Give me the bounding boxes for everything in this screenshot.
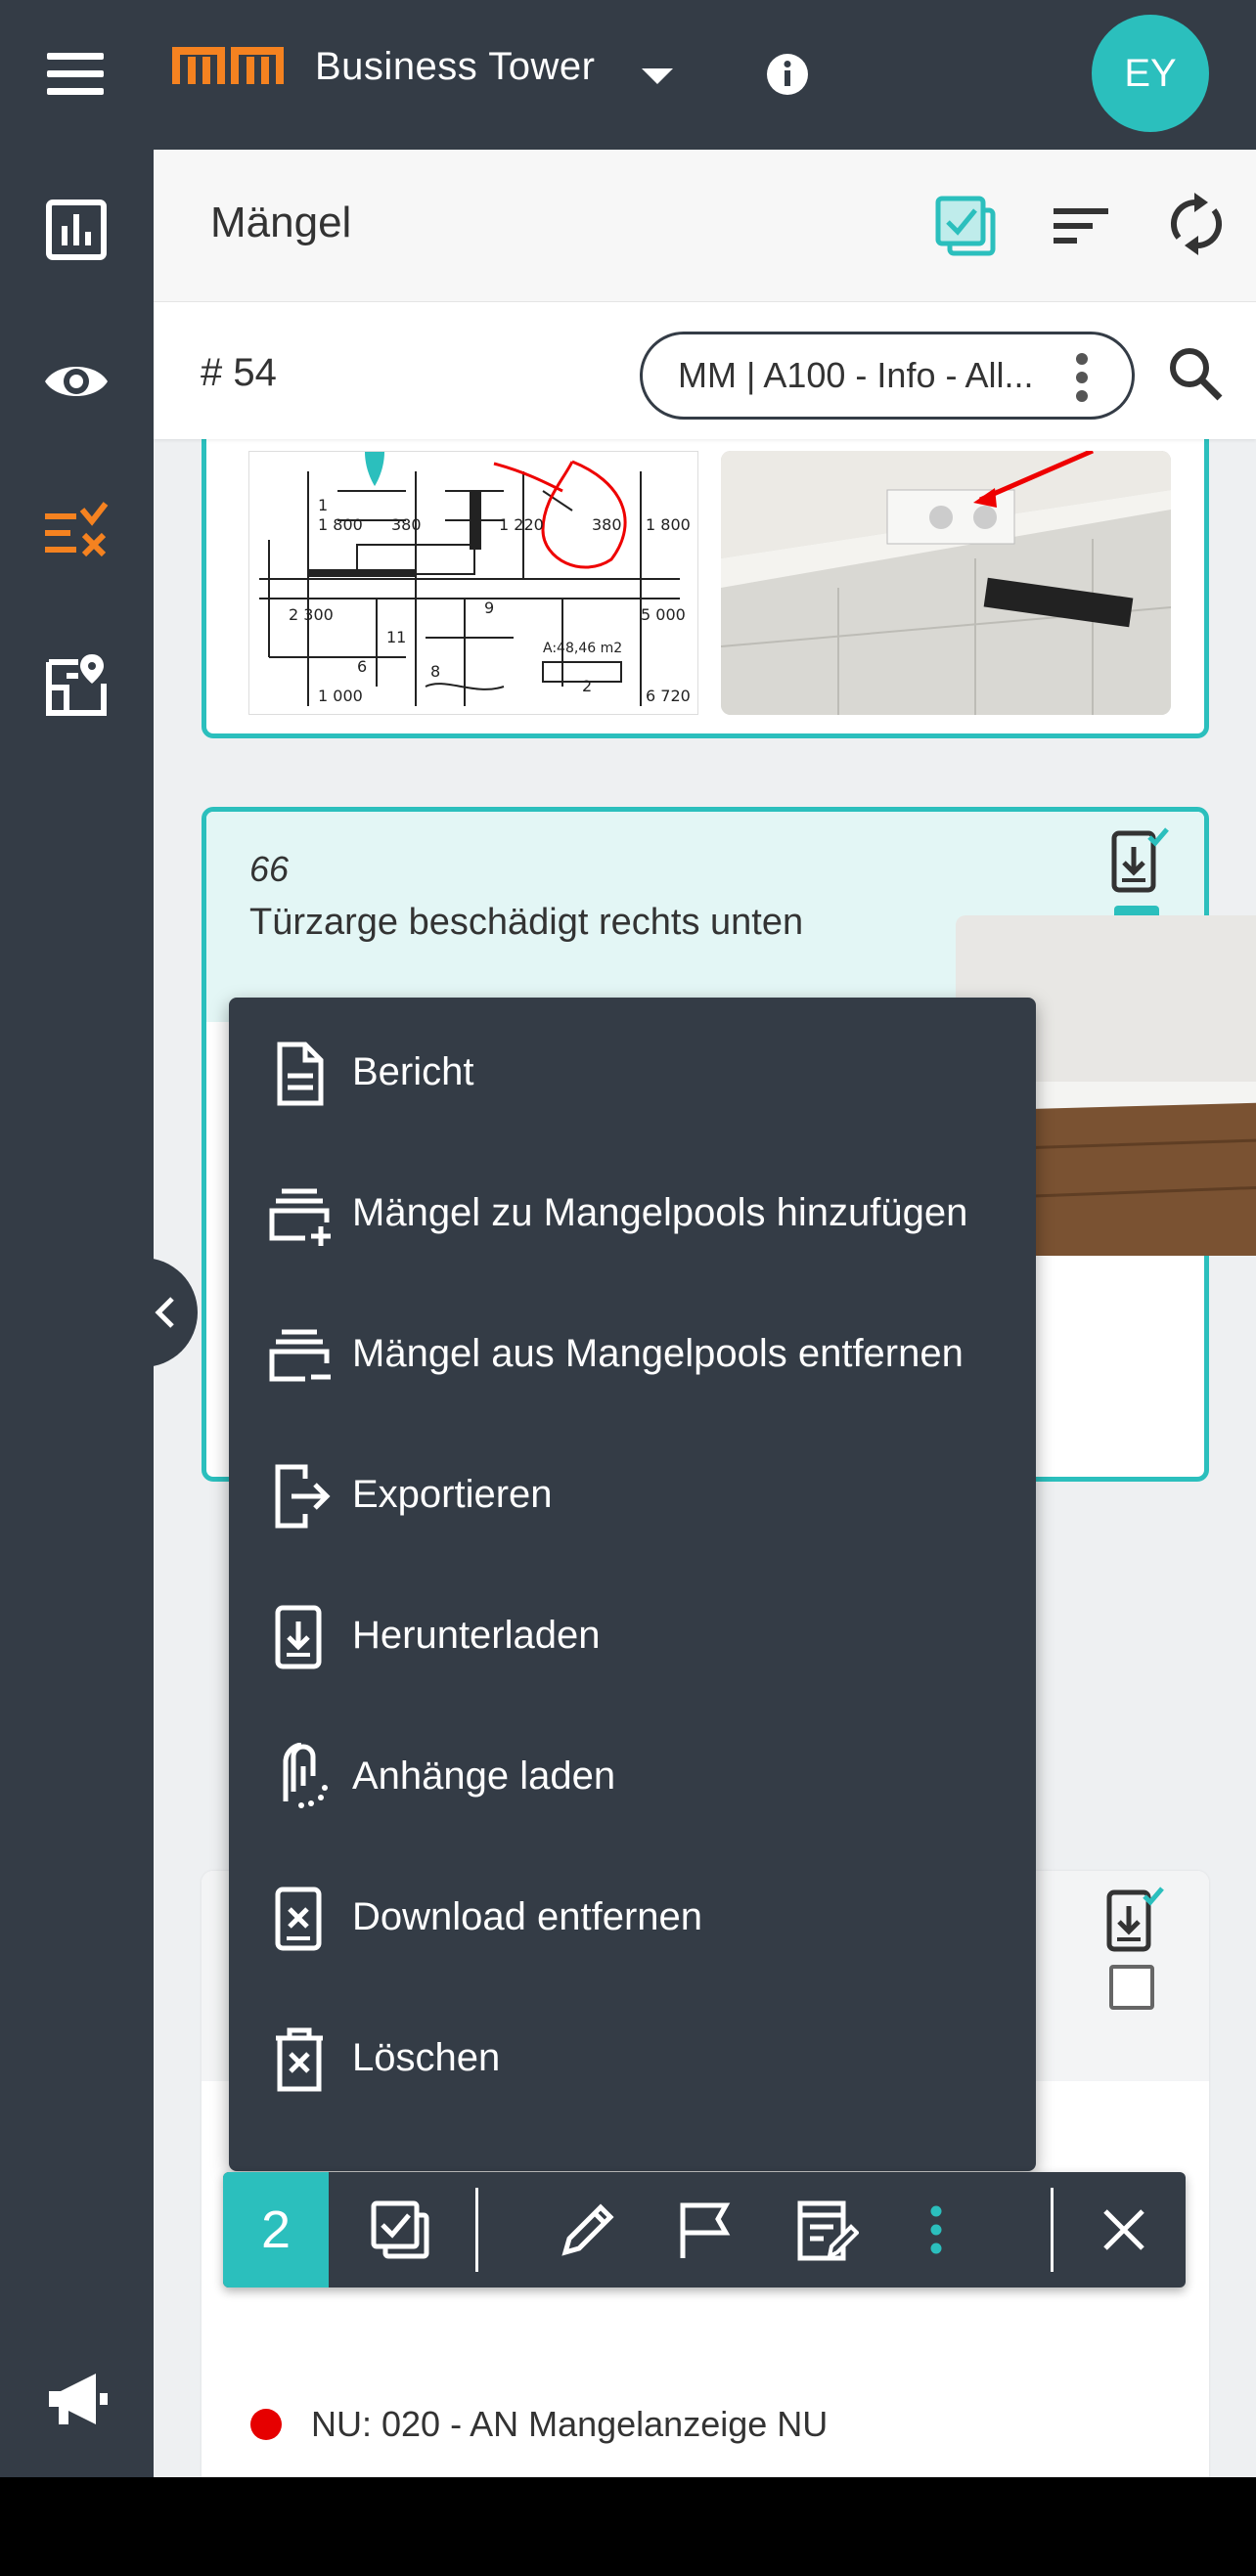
- menu-item-remove-download[interactable]: Download entfernen: [229, 1848, 1036, 1989]
- select-all-icon[interactable]: [934, 195, 997, 257]
- project-title[interactable]: Business Tower: [315, 45, 595, 89]
- top-app-bar: Business Tower EY: [0, 0, 1256, 150]
- floorplan-thumbnail[interactable]: 1 1 800 380 1 220 380 1 800 9 2 300 5 00…: [248, 451, 698, 715]
- defects-icon[interactable]: [43, 500, 110, 566]
- sync-icon[interactable]: [1167, 193, 1226, 255]
- filter-bar: # 54 MM | A100 - Info - All...: [154, 302, 1256, 439]
- search-icon[interactable]: [1167, 345, 1224, 402]
- plan-label: 380: [592, 515, 622, 534]
- tag-line: NU: 020 - AN Mangelanzeige NU: [250, 2404, 828, 2445]
- dashboard-icon[interactable]: [43, 197, 110, 263]
- more-vertical-icon[interactable]: [929, 2205, 943, 2254]
- chevron-down-icon[interactable]: [640, 67, 675, 86]
- downloaded-icon: [1106, 1887, 1164, 1952]
- context-menu: Bericht Mängel zu Mangelpools hinzufügen…: [229, 998, 1036, 2171]
- pool-add-icon: [269, 1188, 331, 1246]
- remove-download-icon: [275, 1887, 322, 1951]
- plan-label: 8: [430, 662, 440, 681]
- menu-item-label: Anhänge laden: [352, 1754, 616, 1798]
- menu-item-download[interactable]: Herunterladen: [229, 1567, 1036, 1708]
- sort-icon[interactable]: [1052, 204, 1110, 247]
- edit-icon[interactable]: [558, 2199, 618, 2260]
- menu-item-delete[interactable]: Löschen: [229, 1989, 1036, 2130]
- menu-item-report[interactable]: Bericht: [229, 1003, 1036, 1144]
- delete-icon: [276, 2027, 323, 2092]
- app-logo: [172, 47, 284, 84]
- export-icon: [275, 1464, 331, 1529]
- selected-count: 2: [223, 2172, 329, 2287]
- menu-item-label: Mängel zu Mangelpools hinzufügen: [352, 1191, 968, 1234]
- menu-item-export[interactable]: Exportieren: [229, 1426, 1036, 1567]
- plan-label: 11: [386, 628, 406, 646]
- chevron-left-icon: [155, 1297, 174, 1328]
- visibility-icon[interactable]: [43, 348, 110, 415]
- plan-label: A:48,46 m2: [543, 641, 622, 656]
- menu-item-load-attachments[interactable]: Anhänge laden: [229, 1708, 1036, 1848]
- plan-label: 1 000: [318, 687, 363, 705]
- menu-item-label: Bericht: [352, 1050, 474, 1093]
- page-header: Mängel: [154, 150, 1256, 302]
- menu-item-add-to-pool[interactable]: Mängel zu Mangelpools hinzufügen: [229, 1144, 1036, 1285]
- plan-label: 1 220: [499, 515, 544, 534]
- defect-count: # 54: [201, 351, 277, 394]
- divider: [1051, 2188, 1054, 2272]
- plan-label: 380: [391, 515, 422, 534]
- plan-label: 1 800: [318, 515, 363, 534]
- downloaded-icon: [1111, 827, 1169, 893]
- filter-chip-label: MM | A100 - Info - All...: [678, 355, 1034, 395]
- select-all-icon[interactable]: [370, 2199, 432, 2262]
- plan-label: 1: [318, 496, 328, 514]
- plan-label: 2: [582, 677, 592, 695]
- announcement-icon[interactable]: [43, 2366, 110, 2432]
- system-navigation-bar: [0, 2477, 1256, 2576]
- selection-action-bar: 2: [223, 2172, 1186, 2287]
- flag-icon[interactable]: [675, 2199, 736, 2260]
- photo-thumbnail[interactable]: [721, 451, 1171, 715]
- tag-label: NU: 020 - AN Mangelanzeige NU: [311, 2404, 829, 2444]
- plan-label: 6: [357, 657, 367, 676]
- plan-label: 5 000: [641, 605, 686, 624]
- plan-label: 9: [484, 599, 494, 617]
- plan-label: 6 720: [646, 687, 691, 705]
- report-icon: [277, 1042, 324, 1106]
- menu-item-label: Download entfernen: [352, 1895, 703, 1938]
- avatar[interactable]: EY: [1092, 15, 1209, 132]
- info-icon[interactable]: [765, 52, 810, 97]
- menu-item-label: Mängel aus Mangelpools entfernen: [352, 1332, 964, 1375]
- page-title: Mängel: [210, 199, 352, 246]
- menu-item-label: Löschen: [352, 2036, 501, 2079]
- download-icon: [275, 1605, 322, 1669]
- status-dot: [250, 2409, 282, 2440]
- menu-item-label: Herunterladen: [352, 1614, 601, 1657]
- menu-item-remove-from-pool[interactable]: Mängel aus Mangelpools entfernen: [229, 1285, 1036, 1426]
- hamburger-menu-icon[interactable]: [47, 53, 104, 96]
- pool-remove-icon: [269, 1329, 331, 1382]
- defect-title: Türzarge beschädigt rechts unten: [249, 902, 804, 943]
- attachments-icon: [283, 1743, 328, 1808]
- bulk-edit-icon[interactable]: [796, 2199, 859, 2262]
- plan-label: 1 800: [646, 515, 691, 534]
- plan-label: 2 300: [289, 605, 334, 624]
- floorplan-icon[interactable]: [43, 650, 110, 717]
- defect-number: 66: [249, 849, 290, 889]
- more-vertical-icon[interactable]: [1075, 352, 1089, 403]
- divider: [475, 2188, 478, 2272]
- selection-checkbox[interactable]: [1109, 1965, 1154, 2010]
- close-icon[interactable]: [1101, 2207, 1146, 2252]
- menu-item-label: Exportieren: [352, 1473, 553, 1516]
- filter-chip[interactable]: MM | A100 - Info - All...: [640, 332, 1135, 420]
